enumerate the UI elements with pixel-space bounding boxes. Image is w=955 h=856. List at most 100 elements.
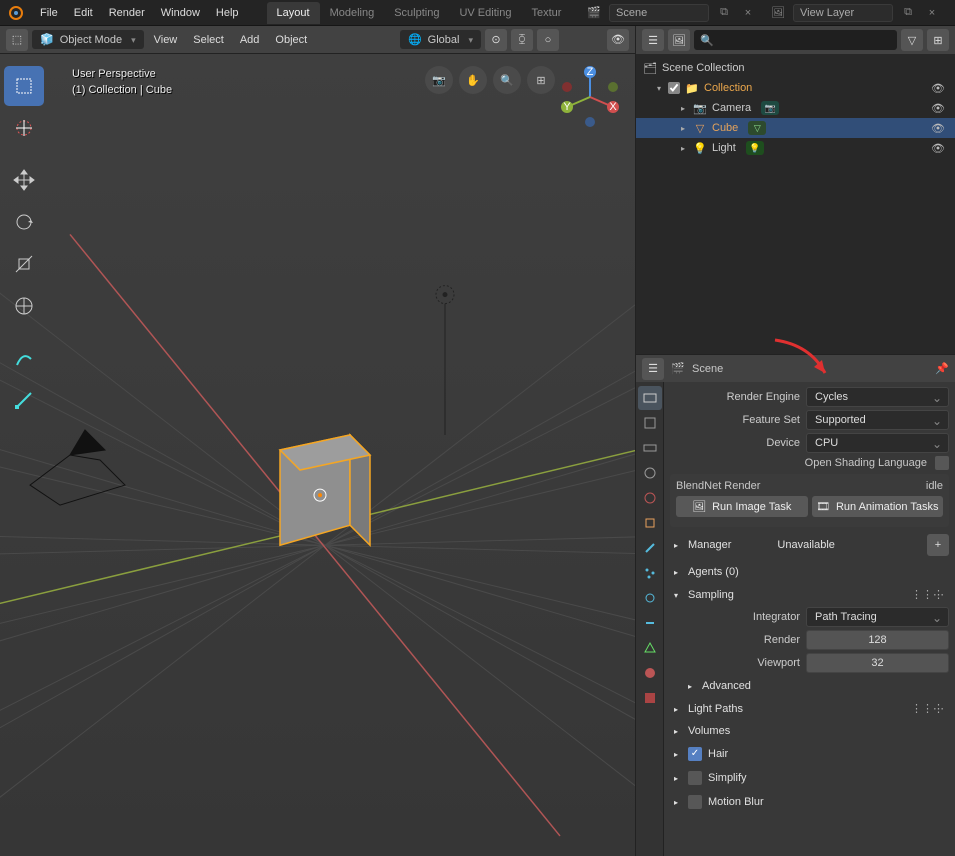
outliner-cube[interactable]: ▽ Cube ▽ 👁 xyxy=(636,118,955,138)
render-samples-field[interactable]: 128 xyxy=(806,630,949,650)
tab-particles[interactable] xyxy=(638,561,662,585)
panel-menu-icon[interactable]: ⋯ xyxy=(933,588,949,601)
pin-icon[interactable]: 📌 xyxy=(935,362,949,375)
panel-menu-icon[interactable]: ⋯ xyxy=(933,702,949,715)
expand-icon[interactable] xyxy=(670,748,682,760)
eye-icon[interactable]: 👁 xyxy=(927,122,949,135)
collection-exclude-checkbox[interactable] xyxy=(668,82,680,94)
tab-modifiers[interactable] xyxy=(638,536,662,560)
workspace-layout[interactable]: Layout xyxy=(267,2,320,24)
mesh-data-icon[interactable]: ▽ xyxy=(748,121,766,135)
eye-icon[interactable]: 👁 xyxy=(927,142,949,155)
outliner-display-mode[interactable]: 🖼 xyxy=(668,29,690,51)
integrator-select[interactable]: Path Tracing xyxy=(806,607,949,627)
outliner-search[interactable]: 🔍 xyxy=(694,30,897,50)
simplify-panel[interactable]: Simplify xyxy=(670,768,949,788)
close-scene-icon[interactable]: × xyxy=(739,4,757,22)
device-select[interactable]: CPU xyxy=(806,433,949,453)
outliner-filter[interactable]: ▽ xyxy=(901,29,923,51)
tab-world[interactable] xyxy=(638,486,662,510)
workspace-sculpting[interactable]: Sculpting xyxy=(384,2,449,24)
orientation-select[interactable]: 🌐 Global xyxy=(400,30,481,49)
render-engine-select[interactable]: Cycles xyxy=(806,387,949,407)
menu-view3d-add[interactable]: Add xyxy=(234,31,266,49)
outliner-camera[interactable]: 📷 Camera 📷 👁 xyxy=(636,98,955,118)
scene-name-field[interactable]: Scene xyxy=(609,4,709,22)
preset-icon[interactable]: ⋮⋮⋮ xyxy=(911,702,927,715)
tool-select-box[interactable] xyxy=(4,66,44,106)
run-image-task-button[interactable]: 🖼 Run Image Task xyxy=(676,496,808,517)
proportional-icon[interactable]: ○ xyxy=(537,29,559,51)
eye-icon[interactable]: 👁 xyxy=(927,82,949,95)
properties-editor-type[interactable]: ☰ xyxy=(642,358,664,380)
expand-icon[interactable] xyxy=(670,772,682,784)
light-data-icon[interactable]: 💡 xyxy=(746,141,764,155)
tab-scene[interactable] xyxy=(638,461,662,485)
tool-measure[interactable] xyxy=(4,380,44,420)
tab-object[interactable] xyxy=(638,511,662,535)
viewport-samples-field[interactable]: 32 xyxy=(806,653,949,673)
expand-icon[interactable] xyxy=(670,703,682,715)
pivot-icon[interactable]: ⊙ xyxy=(485,29,507,51)
tool-cursor[interactable] xyxy=(4,108,44,148)
close-viewlayer-icon[interactable]: × xyxy=(923,4,941,22)
camera-data-icon[interactable]: 📷 xyxy=(761,101,779,115)
sampling-panel[interactable]: Sampling ⋮⋮⋮ ⋯ xyxy=(670,585,949,604)
tab-mesh[interactable] xyxy=(638,636,662,660)
menu-view3d-object[interactable]: Object xyxy=(269,31,313,49)
motion-blur-checkbox[interactable] xyxy=(688,795,702,809)
motion-blur-panel[interactable]: Motion Blur xyxy=(670,792,949,812)
tab-viewlayer[interactable] xyxy=(638,436,662,460)
tab-texture[interactable] xyxy=(638,686,662,710)
outliner-collection[interactable]: 📁 Collection 👁 xyxy=(636,78,955,98)
manager-add-button[interactable]: + xyxy=(927,534,949,556)
expand-icon[interactable] xyxy=(678,102,688,114)
menu-view3d-view[interactable]: View xyxy=(148,31,184,49)
expand-icon[interactable] xyxy=(670,539,682,551)
feature-set-select[interactable]: Supported xyxy=(806,410,949,430)
tool-annotate[interactable] xyxy=(4,338,44,378)
overlays-icon[interactable]: 👁 xyxy=(607,29,629,51)
tool-transform[interactable] xyxy=(4,286,44,326)
gizmo-camera[interactable]: 📷 xyxy=(425,66,453,94)
tab-physics[interactable] xyxy=(638,586,662,610)
snap-icon[interactable]: ⧲ xyxy=(511,29,533,51)
simplify-checkbox[interactable] xyxy=(688,771,702,785)
workspace-uv[interactable]: UV Editing xyxy=(449,2,521,24)
gizmo-ortho[interactable]: ⊞ xyxy=(527,66,555,94)
copy-scene-icon[interactable]: ⧉ xyxy=(715,4,733,22)
menu-file[interactable]: File xyxy=(32,3,66,23)
hair-checkbox[interactable] xyxy=(688,747,702,761)
expand-icon[interactable] xyxy=(670,566,682,578)
expand-icon[interactable] xyxy=(654,82,664,94)
gizmo-pan[interactable]: ✋ xyxy=(459,66,487,94)
outliner-editor-type[interactable]: ☰ xyxy=(642,29,664,51)
workspace-modeling[interactable]: Modeling xyxy=(320,2,385,24)
manager-row[interactable]: Manager Unavailable + xyxy=(670,531,949,559)
viewlayer-field[interactable]: View Layer xyxy=(793,4,893,22)
osl-checkbox[interactable] xyxy=(935,456,949,470)
menu-help[interactable]: Help xyxy=(208,3,247,23)
tab-constraints[interactable] xyxy=(638,611,662,635)
advanced-panel[interactable]: Advanced xyxy=(670,677,949,695)
nav-gizmo[interactable]: Z X Y xyxy=(555,62,625,132)
tool-move[interactable] xyxy=(4,160,44,200)
tab-render[interactable] xyxy=(638,386,662,410)
hair-panel[interactable]: Hair xyxy=(670,744,949,764)
tab-material[interactable] xyxy=(638,661,662,685)
volumes-panel[interactable]: Volumes xyxy=(670,722,949,740)
copy-viewlayer-icon[interactable]: ⧉ xyxy=(899,4,917,22)
expand-icon[interactable] xyxy=(670,725,682,737)
outliner-scene-collection[interactable]: 🗂 Scene Collection xyxy=(636,58,955,78)
3d-viewport[interactable]: User Perspective (1) Collection | Cube 📷 xyxy=(0,54,635,856)
menu-render[interactable]: Render xyxy=(101,3,153,23)
editor-type-icon[interactable]: ⬚ xyxy=(6,29,28,51)
workspace-texture[interactable]: Textur xyxy=(521,2,571,24)
expand-icon[interactable] xyxy=(678,122,688,134)
expand-icon[interactable] xyxy=(678,142,688,154)
tool-rotate[interactable] xyxy=(4,202,44,242)
gizmo-zoom[interactable]: 🔍 xyxy=(493,66,521,94)
mode-select[interactable]: 🧊 Object Mode xyxy=(32,30,144,49)
expand-icon[interactable] xyxy=(684,680,696,692)
tab-output[interactable] xyxy=(638,411,662,435)
